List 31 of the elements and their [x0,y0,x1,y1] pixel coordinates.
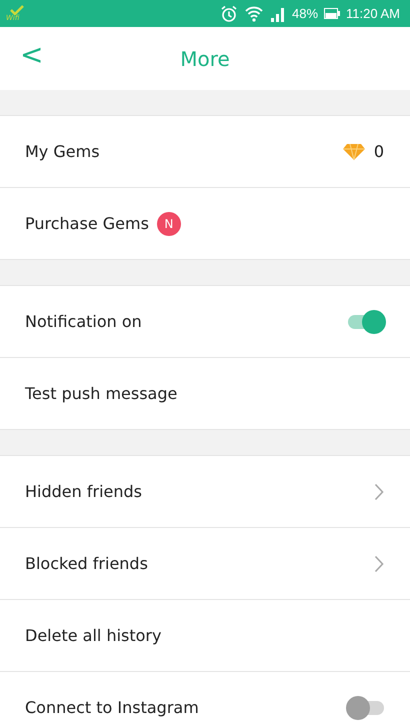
toggle-switch[interactable] [346,696,386,720]
page-title: More [180,46,230,70]
row-label: Delete all history [25,626,162,645]
row-label: Blocked friends [25,554,148,573]
clock-time: 11:20 AM [346,6,400,21]
settings-row[interactable]: Notification on [0,286,410,358]
battery-percent: 48% [292,6,318,21]
settings-row[interactable]: My Gems 0 [0,116,410,188]
settings-row[interactable]: Hidden friends [0,456,410,528]
gem-count: 0 [374,142,384,161]
row-label: Purchase Gems [25,214,149,233]
alarm-icon [220,4,238,22]
settings-row[interactable]: Blocked friends [0,528,410,600]
battery-icon [324,8,340,19]
row-label: Notification on [25,312,142,331]
chevron-icon [374,482,384,500]
row-label: My Gems [25,142,100,161]
settings-row[interactable]: Test push message [0,358,410,430]
signal-icon [270,6,286,22]
toggle-switch[interactable] [346,310,386,334]
new-badge: N [156,212,181,236]
row-label: Hidden friends [25,482,142,501]
row-label: Connect to Instagram [25,698,199,717]
settings-row[interactable]: Connect to Instagram [0,672,410,728]
diamond-icon [342,142,366,160]
wifi-icon [244,4,264,22]
check-icon [10,5,24,15]
settings-row[interactable]: Purchase Gems N [0,188,410,260]
row-label: Test push message [25,384,178,403]
chevron-icon [374,554,384,572]
settings-row[interactable]: Delete all history [0,600,410,672]
